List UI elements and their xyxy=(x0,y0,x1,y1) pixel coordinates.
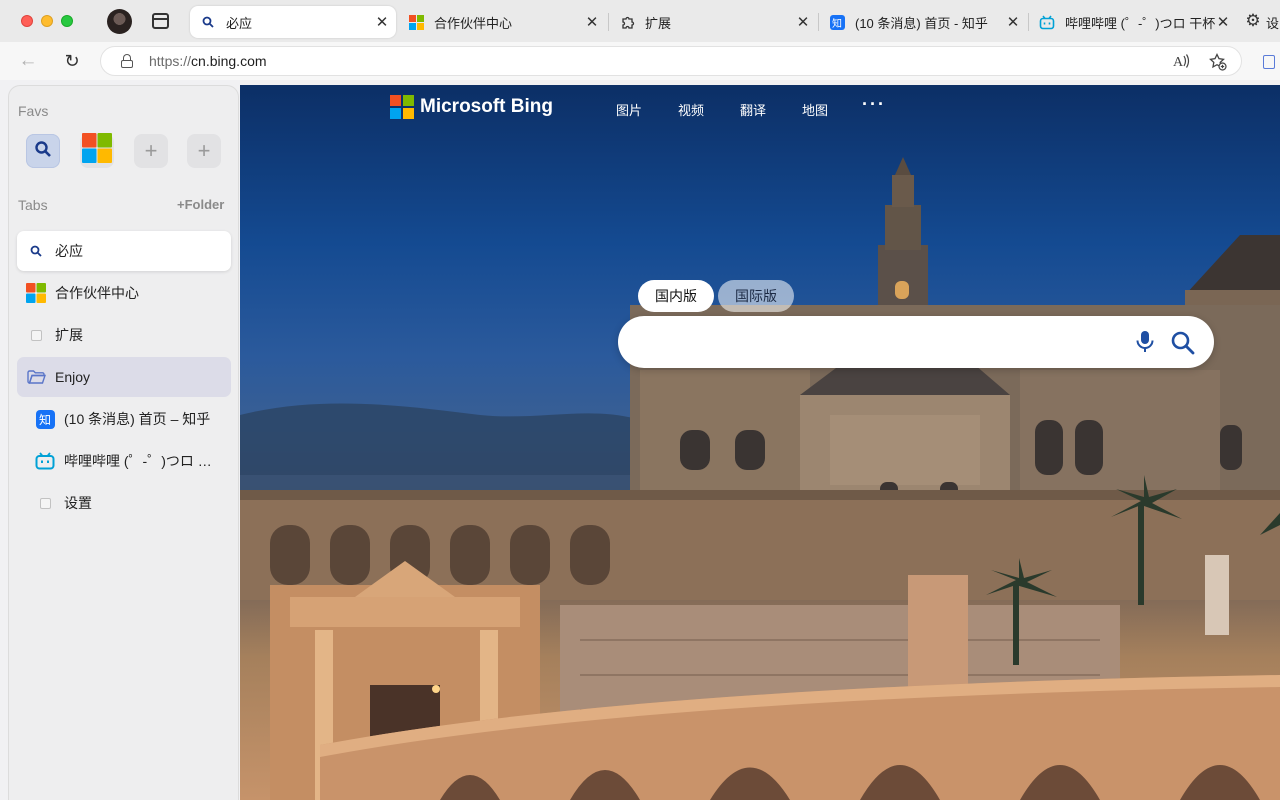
zhihu-icon: 知 xyxy=(35,409,55,429)
tab-strip: 必应 ✕ 合作伙伴中心 ✕ 扩展 ✕ 知 (10 条消息) 首页 - 知乎 ✕ … xyxy=(0,0,1280,42)
profile-avatar[interactable] xyxy=(107,9,132,34)
close-tab-icon[interactable]: ✕ xyxy=(1215,13,1231,31)
tab-actions-icon[interactable] xyxy=(152,13,169,29)
tab-extensions[interactable]: 扩展 ✕ xyxy=(609,6,817,38)
bing-search-box[interactable] xyxy=(618,316,1214,368)
blank-page-icon xyxy=(35,493,55,513)
search-icon[interactable] xyxy=(1170,330,1196,356)
microsoft-logo-icon xyxy=(390,95,414,119)
zhihu-icon: 知 xyxy=(829,14,845,30)
address-bar[interactable]: https://cn.bing.com A xyxy=(100,46,1242,76)
browser-toolbar: ← ↻ https://cn.bing.com A xyxy=(0,42,1280,80)
bilibili-icon xyxy=(35,451,55,471)
sidebar-item-label: 必应 xyxy=(55,243,83,259)
nav-videos[interactable]: 视频 xyxy=(678,100,704,119)
tab-title: 必应 xyxy=(226,15,253,31)
sidebar-item-label: Enjoy xyxy=(55,369,91,385)
bing-logo[interactable]: Microsoft Bing xyxy=(390,95,553,119)
tab-title: (10 条消息) 首页 - 知乎 xyxy=(855,15,988,31)
tab-bilibili[interactable]: 哔哩哔哩 (゜-゜)つロ 干杯~ ✕ xyxy=(1029,6,1237,38)
nav-translate[interactable]: 翻译 xyxy=(740,100,766,119)
plus-icon: + xyxy=(144,138,158,163)
sidebar-item-label: (10 条消息) 首页 – 知乎 xyxy=(64,411,211,427)
tabs-heading: Tabs xyxy=(18,197,48,213)
blank-page-icon xyxy=(26,325,46,345)
search-icon xyxy=(26,241,46,261)
sidebar-item-bilibili[interactable]: 哔哩哔哩 (゜-゜)つロ 干杯~ xyxy=(17,441,231,481)
close-tab-icon[interactable]: ✕ xyxy=(795,13,811,31)
nav-images[interactable]: 图片 xyxy=(616,100,642,119)
gear-icon[interactable]: ⚙ xyxy=(1244,12,1262,30)
plus-icon: + xyxy=(197,138,211,163)
sidebar-item-extensions[interactable]: 扩展 xyxy=(17,315,231,355)
minimize-window-button[interactable] xyxy=(41,15,53,27)
sidebar-item-label: 合作伙伴中心 xyxy=(55,285,139,301)
sidebar-item-settings[interactable]: 设置 xyxy=(17,483,231,523)
sidebar-item-label: 设置 xyxy=(64,495,92,511)
microsoft-logo-icon xyxy=(408,14,424,30)
add-fav-button[interactable]: + xyxy=(187,134,221,168)
add-favorite-icon[interactable] xyxy=(1209,52,1227,74)
bing-homepage: Microsoft Bing 图片 视频 翻译 地图 ··· 国内版 国际版 xyxy=(240,85,1280,800)
url-protocol: https:// xyxy=(149,53,192,69)
zhihu-glyph: 知 xyxy=(35,409,55,429)
microsoft-logo-icon xyxy=(81,132,113,170)
region-cn-button[interactable]: 国内版 xyxy=(638,280,714,312)
search-icon xyxy=(200,14,216,30)
bilibili-icon xyxy=(1039,14,1055,30)
sidebar-item-bing[interactable]: 必应 xyxy=(17,231,231,271)
background-image xyxy=(240,157,1280,800)
close-window-button[interactable] xyxy=(21,15,33,27)
nav-maps[interactable]: 地图 xyxy=(802,100,828,119)
tab-zhihu[interactable]: 知 (10 条消息) 首页 - 知乎 ✕ xyxy=(819,6,1027,38)
lock-icon[interactable] xyxy=(121,54,133,68)
tab-title: 哔哩哔哩 (゜-゜)つロ 干杯~ xyxy=(1065,15,1215,31)
microphone-icon[interactable] xyxy=(1134,330,1156,354)
tab-title: 合作伙伴中心 xyxy=(434,15,513,31)
window-controls xyxy=(21,15,73,27)
add-fav-button[interactable]: + xyxy=(134,134,168,168)
tab-title: 扩展 xyxy=(645,15,672,31)
more-menu-icon[interactable]: ··· xyxy=(862,94,886,115)
tab-settings-partial[interactable]: 设 xyxy=(1266,13,1279,32)
bing-logo-text: Microsoft Bing xyxy=(420,96,553,117)
sidebar-item-label: 扩展 xyxy=(55,327,83,343)
read-aloud-icon[interactable]: A xyxy=(1173,53,1191,74)
close-tab-icon[interactable]: ✕ xyxy=(584,13,600,31)
url-host: cn.bing.com xyxy=(191,53,267,69)
sidebar-item-partner-center[interactable]: 合作伙伴中心 xyxy=(17,273,231,313)
microsoft-logo-icon xyxy=(26,283,46,303)
favs-heading: Favs xyxy=(18,103,49,119)
refresh-icon[interactable]: ↻ xyxy=(60,50,84,72)
maximize-window-button[interactable] xyxy=(61,15,73,27)
new-folder-button[interactable]: +Folder xyxy=(177,197,224,212)
sidebar-toggle-icon[interactable] xyxy=(1263,55,1275,69)
folder-open-icon xyxy=(26,367,46,387)
back-arrow-icon[interactable]: ← xyxy=(16,50,40,72)
sidebar-item-zhihu[interactable]: 知 (10 条消息) 首页 – 知乎 xyxy=(17,399,231,439)
svg-text:A: A xyxy=(1173,55,1184,69)
fav-microsoft[interactable] xyxy=(80,132,114,170)
zhihu-glyph: 知 xyxy=(829,14,845,30)
tab-partner-center[interactable]: 合作伙伴中心 ✕ xyxy=(398,6,606,38)
extension-icon xyxy=(619,14,635,30)
close-tab-icon[interactable]: ✕ xyxy=(374,13,390,31)
close-tab-icon[interactable]: ✕ xyxy=(1005,13,1021,31)
bing-search-icon xyxy=(34,138,52,164)
sidebar-item-label: 哔哩哔哩 (゜-゜)つロ 干杯~ xyxy=(64,453,231,469)
sidebar-folder-enjoy[interactable]: Enjoy xyxy=(17,357,231,397)
address-actions: A xyxy=(1173,52,1227,74)
region-intl-button[interactable]: 国际版 xyxy=(718,280,794,312)
fav-bing[interactable] xyxy=(26,134,60,168)
url-text[interactable]: https://cn.bing.com xyxy=(149,53,267,69)
tab-bing[interactable]: 必应 ✕ xyxy=(190,6,396,38)
vertical-tabs-sidebar: Favs + + Tabs +Folder 必应 合作伙伴中心 扩展 Enjoy… xyxy=(8,85,239,800)
